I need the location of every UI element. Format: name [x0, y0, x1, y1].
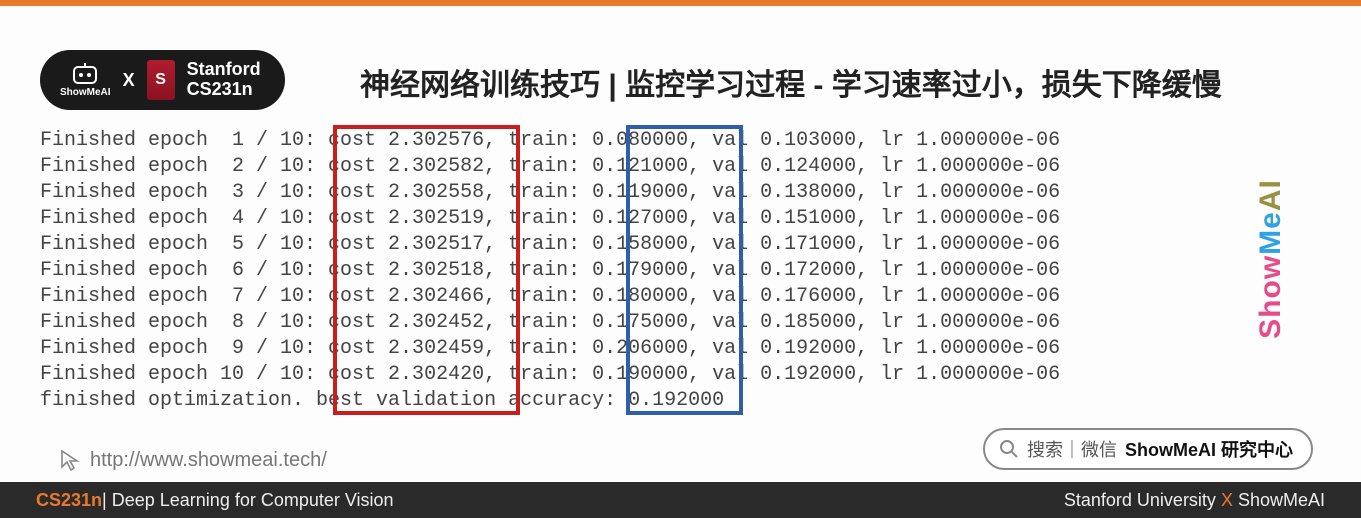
top-accent-bar	[0, 0, 1361, 6]
logo-text: ShowMeAI	[60, 87, 111, 98]
robot-icon	[70, 63, 100, 87]
course-label: Stanford CS231n	[187, 60, 261, 100]
side-part-2: Me	[1254, 211, 1287, 255]
source-url: http://www.showmeai.tech/	[58, 448, 327, 472]
showmeai-logo: ShowMeAI	[60, 63, 111, 98]
branding-badge: ShowMeAI X S Stanford CS231n	[40, 50, 285, 110]
side-watermark: ShowMeAI	[1254, 179, 1288, 339]
university-name: Stanford	[187, 60, 261, 80]
training-log: Finished epoch 1 / 10: cost 2.302576, tr…	[40, 128, 1060, 414]
side-part-1: Show	[1254, 255, 1287, 339]
collab-x: X	[123, 70, 135, 91]
slide-title: 神经网络训练技巧 | 监控学习过程 - 学习速率过小，损失下降缓慢	[360, 60, 1281, 104]
search-hint-text: 搜索｜微信	[1027, 436, 1117, 462]
footer-bar: CS231n| Deep Learning for Computer Visio…	[0, 482, 1361, 518]
footer-x: X	[1216, 490, 1238, 510]
search-icon	[999, 439, 1019, 459]
footer-course: CS231n	[36, 490, 102, 510]
footer-subtitle: Deep Learning for Computer Vision	[112, 490, 394, 510]
footer-univ: Stanford University	[1064, 490, 1216, 510]
footer-brand: ShowMeAI	[1238, 490, 1325, 510]
search-brand-text: ShowMeAI 研究中心	[1125, 436, 1293, 462]
url-text: http://www.showmeai.tech/	[90, 449, 327, 472]
footer-left: CS231n| Deep Learning for Computer Visio…	[36, 490, 394, 511]
search-hint-pill: 搜索｜微信 ShowMeAI 研究中心	[983, 428, 1313, 470]
course-code: CS231n	[187, 80, 261, 100]
footer-right: Stanford University X ShowMeAI	[1064, 490, 1325, 511]
footer-sep: |	[102, 490, 112, 510]
cursor-icon	[58, 448, 82, 472]
stanford-shield-icon: S	[147, 60, 175, 100]
side-part-3: AI	[1254, 179, 1287, 211]
